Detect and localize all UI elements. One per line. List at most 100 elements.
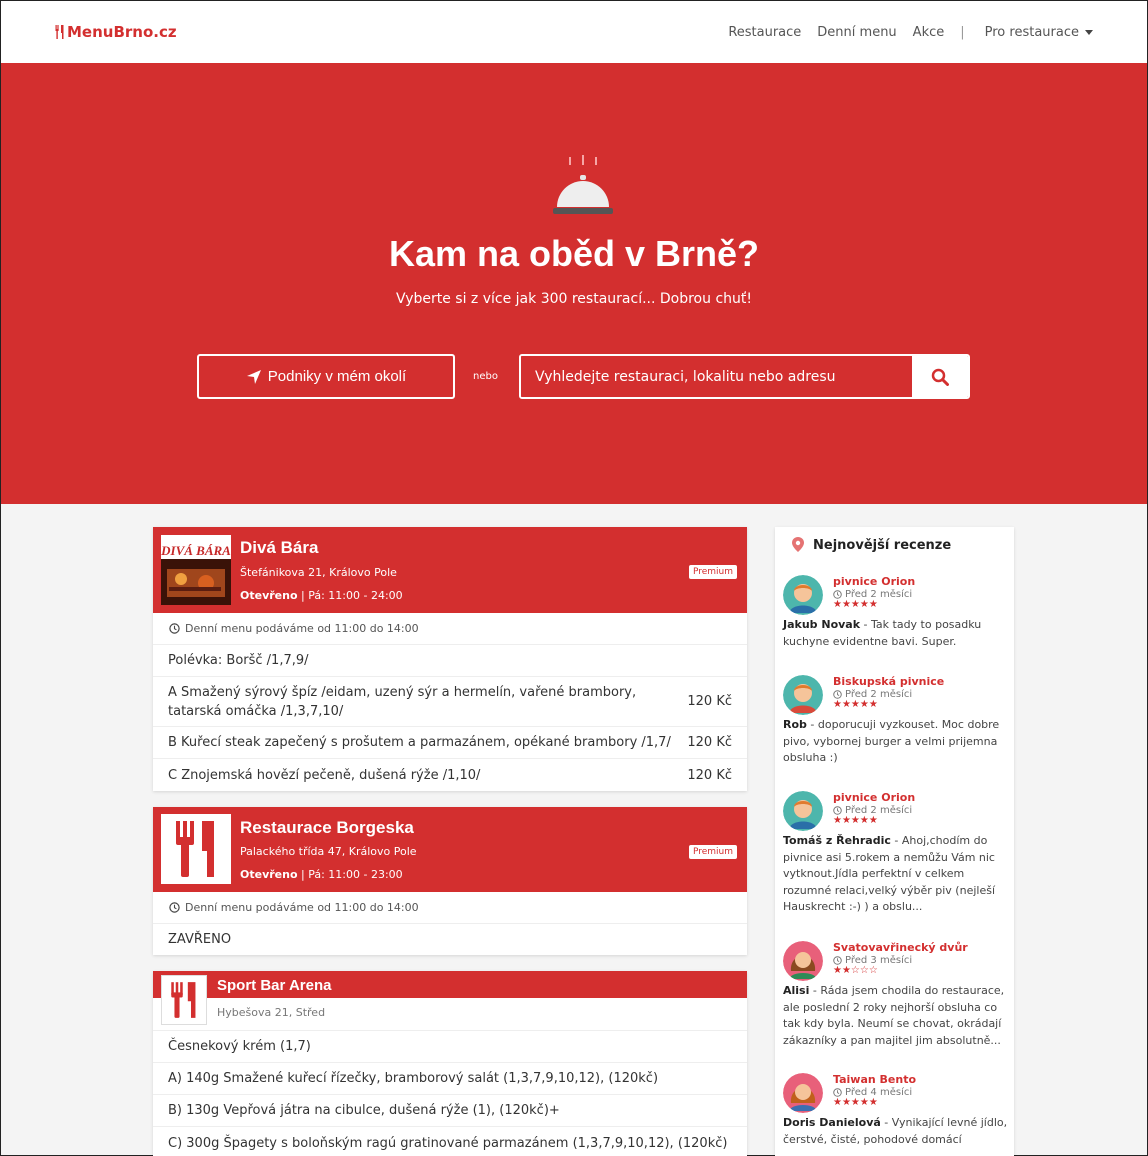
menu-item-text: B) 130g Vepřová játra na cibulce, dušená… <box>168 1103 560 1118</box>
nav-separator: | <box>960 24 965 40</box>
hours-text: | Pá: 11:00 - 24:00 <box>297 589 403 602</box>
review-text: Jakub Novak - Tak tady to posadku kuchyn… <box>783 617 1009 650</box>
hours-text: | Pá: 11:00 - 23:00 <box>297 868 403 881</box>
menu-item: A) 140g Smažené kuřecí řízečky, bramboro… <box>153 1063 747 1095</box>
male-avatar-icon <box>783 791 823 831</box>
review-body: - Ráda jsem chodila do restaurace, ale p… <box>783 984 1005 1047</box>
search-button[interactable] <box>912 356 968 397</box>
menu-item-price: 120 Kč <box>687 694 732 709</box>
restaurant-header: Restaurace Borgeska Palackého třída 47, … <box>153 807 747 892</box>
restaurant-address: Štefánikova 21, Královo Pole <box>240 566 397 579</box>
menu-item: C Znojemská hovězí pečeně, dušená rýže /… <box>153 759 747 791</box>
review-text: Doris Danielová - Vynikající levné jídlo… <box>783 1115 1009 1148</box>
logo-text: MenuBrno.cz <box>67 23 177 41</box>
restaurant-name[interactable]: Restaurace Borgeska <box>240 818 414 838</box>
open-status: Otevřeno <box>240 589 298 602</box>
review-item: pivnice Orion Před 2 měsíci ★★★★★ Jakub … <box>783 575 1009 657</box>
menu-serving-note: Denní menu podáváme od 11:00 do 14:00 <box>153 892 747 924</box>
search-input[interactable] <box>521 356 912 397</box>
review-author: Rob <box>783 718 807 731</box>
menu-item: ZAVŘENO <box>153 924 747 954</box>
restaurant-header: Sport Bar Arena <box>153 971 747 1025</box>
menu-item: Polévka: Boršč /1,7,9/ <box>153 645 747 677</box>
restaurant-name[interactable]: Sport Bar Arena <box>217 977 331 994</box>
review-body: - doporucuji vyzkouset. Moc dobre pivo, … <box>783 718 1000 764</box>
review-text: Alisi - Ráda jsem chodila do restaurace,… <box>783 983 1009 1049</box>
menu-item: B Kuřecí steak zapečený s prošutem a par… <box>153 727 747 759</box>
review-restaurant-link[interactable]: Taiwan Bento <box>833 1073 916 1086</box>
review-stars: ★★★★★ <box>833 1097 878 1108</box>
menu-serving-note: Denní menu podáváme od 11:00 do 14:00 <box>153 613 747 645</box>
clock-icon <box>833 956 842 965</box>
nav-denni-menu[interactable]: Denní menu <box>817 25 896 40</box>
menu-item-text: C Znojemská hovězí pečeně, dušená rýže /… <box>168 767 481 783</box>
menu-item-text: C) 300g Špagety s boloňským ragú gratino… <box>168 1135 728 1151</box>
restaurant-card-sport-bar-arena: Sport Bar Arena Hybešova 21, Střed Česne… <box>153 971 747 1156</box>
nearby-places-button[interactable]: Podniky v mém okolí <box>197 354 455 399</box>
review-text: Rob - doporucuji vyzkouset. Moc dobre pi… <box>783 717 1009 767</box>
reviewer-avatar <box>783 575 823 615</box>
or-label: nebo <box>473 371 498 382</box>
reviewer-avatar <box>783 941 823 981</box>
menu-item: A Smažený sýrový špíz /eidam, uzený sýr … <box>153 677 747 727</box>
menu-item-text: A Smažený sýrový špíz /eidam, uzený sýr … <box>168 684 637 719</box>
restaurant-address: Palackého třída 47, Královo Pole <box>240 845 417 858</box>
male-avatar-icon <box>783 675 823 715</box>
restaurant-opening-hours: Otevřeno | Pá: 11:00 - 24:00 <box>240 589 403 602</box>
reviewer-avatar <box>783 1073 823 1113</box>
diva-bara-logo-image: DIVÁ BÁRA <box>161 535 231 605</box>
location-arrow-icon <box>246 369 261 384</box>
restaurant-logo-diva-bara[interactable]: DIVÁ BÁRA <box>161 535 231 605</box>
open-status: Otevřeno <box>240 868 298 881</box>
reviewer-avatar <box>783 791 823 831</box>
search-icon <box>931 368 949 386</box>
review-restaurant-link[interactable]: Biskupská pivnice <box>833 675 944 688</box>
menu-item: Česnekový krém (1,7) <box>153 1031 747 1063</box>
restaurant-name[interactable]: Divá Bára <box>240 538 318 558</box>
nav-restaurace[interactable]: Restaurace <box>728 25 801 40</box>
cloche-icon <box>553 155 613 214</box>
nav-akce[interactable]: Akce <box>913 25 945 40</box>
menu-item-text: B Kuřecí steak zapečený s prošutem a par… <box>168 735 671 750</box>
clock-icon <box>833 1088 842 1097</box>
menu-note-text: Denní menu podáváme od 11:00 do 14:00 <box>185 622 419 635</box>
reviews-title: Nejnovější recenze <box>791 537 951 553</box>
fork-knife-icon <box>55 25 64 39</box>
search-bar <box>519 354 970 399</box>
review-item: Svatovavřinecký dvůr Před 3 měsíci ★★☆☆☆… <box>783 941 1009 1057</box>
review-stars: ★★☆☆☆ <box>833 965 878 976</box>
review-author: Doris Danielová <box>783 1116 881 1129</box>
hero-subtitle: Vyberte si z více jak 300 restaurací... … <box>396 291 752 307</box>
clock-icon <box>833 806 842 815</box>
clock-icon <box>833 590 842 599</box>
restaurant-subheader: Hybešova 21, Střed <box>153 998 747 1031</box>
review-author: Jakub Novak <box>783 618 861 631</box>
clock-icon <box>169 623 180 634</box>
fork-knife-icon <box>176 821 214 877</box>
restaurant-card-borgeska: Restaurace Borgeska Palackého třída 47, … <box>153 807 747 955</box>
restaurant-address: Hybešova 21, Střed <box>217 1006 326 1019</box>
review-stars: ★★★★★ <box>833 599 878 610</box>
reviews-title-text: Nejnovější recenze <box>813 537 952 553</box>
site-logo[interactable]: MenuBrno.cz <box>55 23 177 41</box>
review-restaurant-link[interactable]: pivnice Orion <box>833 575 915 588</box>
nearby-button-label: Podniky v mém okolí <box>267 368 407 385</box>
review-item: pivnice Orion Před 2 měsíci ★★★★★ Tomáš … <box>783 791 1009 923</box>
top-navbar: MenuBrno.cz Restaurace Denní menu Akce |… <box>1 1 1147 63</box>
review-restaurant-link[interactable]: Svatovavřinecký dvůr <box>833 941 968 954</box>
menu-item-text: Česnekový krém (1,7) <box>168 1039 311 1054</box>
premium-badge: Premium <box>688 845 737 859</box>
review-restaurant-link[interactable]: pivnice Orion <box>833 791 915 804</box>
pro-restaurace-label: Pro restaurace <box>984 24 1079 40</box>
map-pin-icon <box>792 537 804 552</box>
svg-text:DIVÁ BÁRA: DIVÁ BÁRA <box>161 543 231 558</box>
review-author: Alisi <box>783 984 810 997</box>
menu-item-price: 120 Kč <box>687 767 732 783</box>
premium-badge: Premium <box>688 565 737 579</box>
female-avatar-icon <box>783 941 823 981</box>
hero-section: Kam na oběd v Brně? Vyberte si z více ja… <box>1 63 1147 504</box>
restaurant-header: DIVÁ BÁRA Divá Bára Štefánikova 21, Král… <box>153 527 747 613</box>
restaurant-logo-borgeska[interactable] <box>161 814 231 884</box>
review-author: Tomáš z Řehradic <box>783 834 891 847</box>
nav-pro-restaurace-dropdown[interactable]: Pro restaurace <box>985 25 1093 40</box>
